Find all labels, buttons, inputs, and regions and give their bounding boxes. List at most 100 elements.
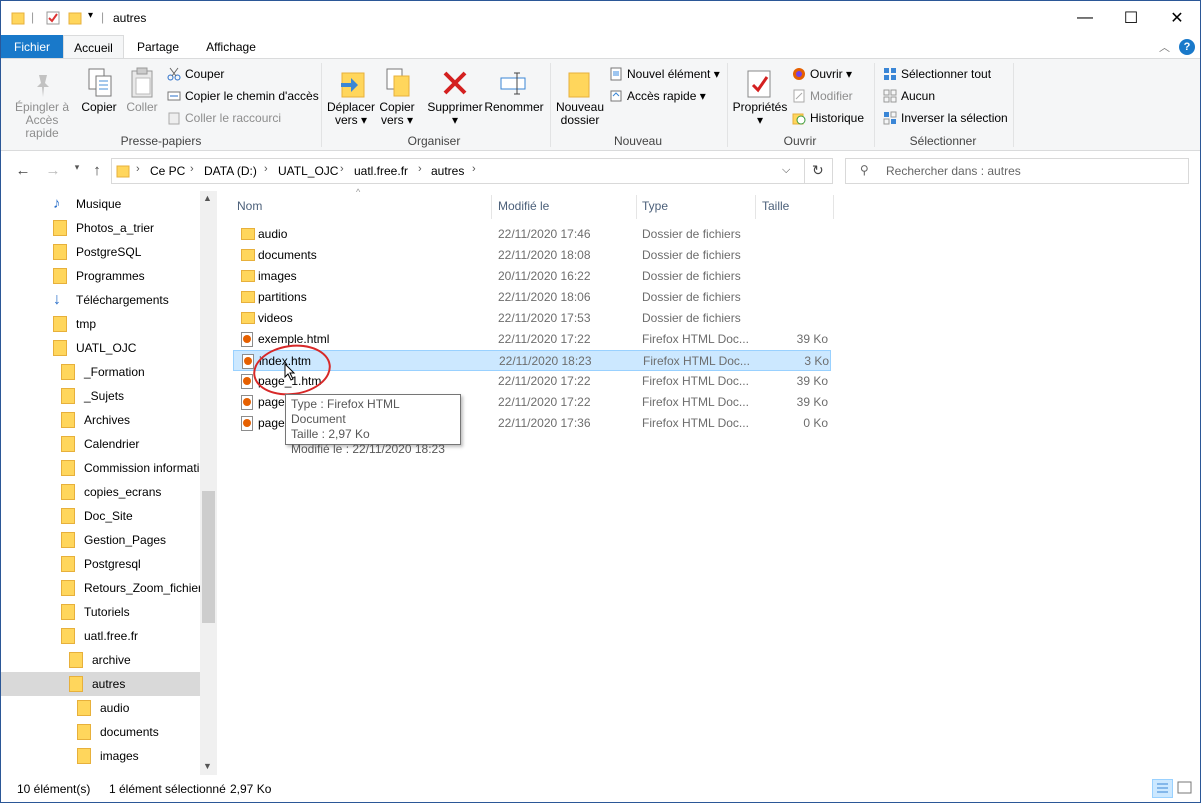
- nav-tree-item[interactable]: Doc_Site: [1, 504, 200, 528]
- breadcrumb-data-drive[interactable]: DATA (D:): [204, 164, 257, 178]
- nav-tree-item[interactable]: tmp: [1, 312, 200, 336]
- nav-tree-item[interactable]: Archives: [1, 408, 200, 432]
- delete-button[interactable]: Supprimer ▾: [425, 101, 485, 127]
- nav-tree-item[interactable]: images: [1, 744, 200, 768]
- nav-tree-item[interactable]: Retours_Zoom_fichiers: [1, 576, 200, 600]
- new-folder-icon[interactable]: [68, 11, 82, 25]
- breadcrumb-autres[interactable]: autres: [431, 164, 464, 178]
- file-row[interactable]: exemple.html 22/11/2020 17:22 Firefox HTML…: [233, 329, 831, 350]
- new-folder-button[interactable]: Nouveau dossier: [554, 101, 606, 127]
- nav-tree-item[interactable]: Photos_a_trier: [1, 216, 200, 240]
- copy-button[interactable]: Copier: [79, 101, 119, 114]
- copy-to-button[interactable]: Copier vers ▾: [375, 101, 419, 127]
- address-dropdown-icon[interactable]: ⌵: [782, 164, 790, 177]
- nav-tree-item[interactable]: autres: [1, 672, 200, 696]
- address-bar[interactable]: › Ce PC › DATA (D:) › UATL_OJC › uatl.fr…: [111, 158, 833, 184]
- nav-tree-item[interactable]: Gestion_Pages: [1, 528, 200, 552]
- search-input[interactable]: Rechercher dans : autres: [886, 164, 1021, 178]
- scroll-down-icon[interactable]: ▼: [203, 761, 212, 771]
- nav-tree-item[interactable]: archive: [1, 648, 200, 672]
- nav-tree-item[interactable]: Programmes: [1, 264, 200, 288]
- select-all-button[interactable]: Sélectionner tout: [883, 65, 991, 83]
- nav-tree-item[interactable]: audio: [1, 696, 200, 720]
- quick-access-button[interactable]: Accès rapide ▾: [609, 87, 706, 105]
- cut-button[interactable]: Couper: [167, 65, 224, 83]
- details-view-icon[interactable]: [1152, 779, 1173, 798]
- file-row[interactable]: videos 22/11/2020 17:53 Dossier de fichier…: [233, 308, 831, 329]
- tab-file[interactable]: Fichier: [1, 35, 63, 59]
- nav-scrollbar[interactable]: ▲ ▼: [200, 191, 217, 775]
- customize-toolbar-icon[interactable]: ▾: [88, 10, 93, 21]
- move-to-button[interactable]: Déplacer vers ▾: [325, 101, 377, 127]
- maximize-button[interactable]: ☐: [1108, 1, 1154, 35]
- breadcrumb-chevron-icon[interactable]: ›: [264, 163, 268, 175]
- recent-locations-chevron-icon[interactable]: ▾: [67, 162, 87, 182]
- column-divider[interactable]: [491, 195, 492, 219]
- nav-tree-item[interactable]: UATL_OJC: [1, 336, 200, 360]
- help-icon[interactable]: ?: [1179, 39, 1195, 55]
- tab-view[interactable]: Affichage: [197, 35, 265, 59]
- paste-button[interactable]: Coller: [121, 101, 163, 114]
- column-divider[interactable]: [755, 195, 756, 219]
- forward-arrow-icon[interactable]: →: [43, 162, 63, 182]
- collapse-ribbon-icon[interactable]: ︿: [1159, 39, 1170, 55]
- nav-tree-item[interactable]: _Sujets: [1, 384, 200, 408]
- file-row[interactable]: audio 22/11/2020 17:46 Dossier de fichiers: [233, 224, 831, 245]
- up-arrow-icon[interactable]: ↑: [87, 162, 107, 182]
- nav-tree-item[interactable]: _Formation: [1, 360, 200, 384]
- column-header-size[interactable]: Taille: [762, 196, 822, 216]
- nav-tree-item[interactable]: PostgreSQL: [1, 240, 200, 264]
- file-row[interactable]: partitions 22/11/2020 18:06 Dossier de fic…: [233, 287, 831, 308]
- paste-shortcut-button[interactable]: Coller le raccourci: [167, 109, 281, 127]
- edit-button[interactable]: Modifier: [792, 87, 853, 105]
- breadcrumb-uatl-ojc[interactable]: UATL_OJC: [278, 164, 338, 178]
- column-header-name[interactable]: Nom: [237, 196, 487, 216]
- column-divider[interactable]: [636, 195, 637, 219]
- large-icons-view-icon[interactable]: [1175, 779, 1196, 798]
- column-header-type[interactable]: Type: [642, 196, 752, 216]
- breadcrumb-uatl-free-fr[interactable]: uatl.free.fr: [354, 164, 408, 178]
- column-header-modified[interactable]: Modifié le: [498, 196, 638, 216]
- scrollbar-thumb[interactable]: [202, 491, 215, 623]
- breadcrumb-chevron-icon[interactable]: ›: [472, 163, 476, 175]
- back-arrow-icon[interactable]: ←: [13, 162, 33, 182]
- select-none-button[interactable]: Aucun: [883, 87, 935, 105]
- minimize-button[interactable]: —: [1062, 1, 1108, 35]
- history-button[interactable]: Historique: [792, 109, 864, 127]
- properties-check-icon[interactable]: [46, 11, 60, 25]
- nav-tree-item[interactable]: Postgresql: [1, 552, 200, 576]
- tab-home[interactable]: Accueil: [63, 35, 124, 59]
- nav-tree-item[interactable]: documents: [1, 720, 200, 744]
- breadcrumb-chevron-icon[interactable]: ›: [136, 163, 140, 175]
- scroll-up-icon[interactable]: ▲: [203, 193, 212, 203]
- breadcrumb-this-pc[interactable]: Ce PC: [150, 164, 185, 178]
- invert-selection-button[interactable]: Inverser la sélection: [883, 109, 1008, 127]
- file-row[interactable]: documents 22/11/2020 18:08 Dossier de fich…: [233, 245, 831, 266]
- tab-share[interactable]: Partage: [127, 35, 189, 59]
- folder-icon: [53, 220, 67, 236]
- breadcrumb-chevron-icon[interactable]: ›: [190, 163, 194, 175]
- column-divider[interactable]: [833, 195, 834, 219]
- nav-tree-item[interactable]: ♪ Musique: [1, 192, 200, 216]
- properties-button[interactable]: Propriétés ▾: [731, 101, 789, 127]
- nav-tree-label: PostgreSQL: [76, 245, 142, 259]
- file-row[interactable]: images 20/11/2020 16:22 Dossier de fichier…: [233, 266, 831, 287]
- nav-tree-item[interactable]: Calendrier: [1, 432, 200, 456]
- close-button[interactable]: ✕: [1154, 1, 1200, 35]
- nav-tree-item[interactable]: uatl.free.fr: [1, 624, 200, 648]
- rename-button[interactable]: Renommer: [484, 101, 544, 114]
- copy-path-button[interactable]: Copier le chemin d'accès: [167, 87, 319, 105]
- breadcrumb-chevron-icon[interactable]: ›: [418, 163, 422, 175]
- refresh-icon[interactable]: ↻: [812, 162, 824, 179]
- nav-tree-item[interactable]: ↓ Téléchargements: [1, 288, 200, 312]
- nav-tree-item[interactable]: Commission informati: [1, 456, 200, 480]
- pin-quick-access-button[interactable]: Épingler à Accès rapide: [9, 101, 75, 140]
- new-item-button[interactable]: Nouvel élément ▾: [609, 65, 720, 83]
- breadcrumb-chevron-icon[interactable]: ›: [340, 163, 344, 175]
- nav-tree-item[interactable]: copies_ecrans: [1, 480, 200, 504]
- copy-to-icon: [386, 68, 410, 97]
- open-button[interactable]: Ouvrir ▾: [792, 65, 852, 83]
- nav-tree-item[interactable]: Tutoriels: [1, 600, 200, 624]
- search-box[interactable]: ⚲ Rechercher dans : autres: [845, 158, 1189, 184]
- file-size: 3 Ko: [804, 354, 829, 368]
